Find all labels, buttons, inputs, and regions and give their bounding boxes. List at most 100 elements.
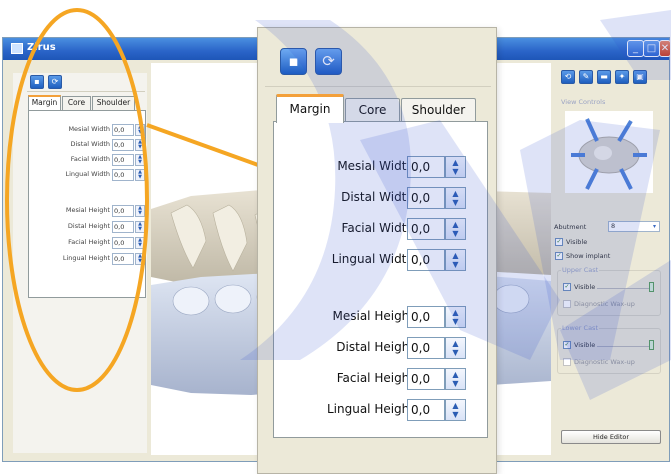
right-controls-panel: ⟲ ✎ ▬ ✦ ▣ View Controls Abutment 8 ▾ ✓ V… <box>551 63 667 455</box>
maximize-button[interactable]: □ <box>643 40 660 57</box>
tab-core[interactable]: Core <box>345 98 400 122</box>
lower-cast-label: Lower Cast <box>561 324 599 332</box>
refresh-button[interactable]: ⟳ <box>315 48 342 75</box>
tab-core-small[interactable]: Core <box>62 96 91 110</box>
field-input-small[interactable]: 0,0 <box>112 139 134 151</box>
field-label: Distal Height <box>336 340 414 354</box>
lower-cast-group <box>557 328 661 374</box>
field-row-small: Facial Height 0,0 ▲ ▼ <box>29 237 147 250</box>
field-row: Mesial Height 0,0 ▲ ▼ <box>274 306 489 328</box>
tool-view-button[interactable]: ✦ <box>615 70 629 84</box>
field-input[interactable]: 0,0 <box>407 187 445 209</box>
spinner-button[interactable]: ▲ ▼ <box>445 306 466 328</box>
upper-waxup-checkbox[interactable] <box>563 300 571 308</box>
field-label-small: Mesial Width <box>68 125 110 133</box>
spinner-small[interactable]: ▲ ▼ <box>135 205 145 217</box>
tab-shoulder-small[interactable]: Shoulder <box>92 96 135 110</box>
field-input[interactable]: 0,0 <box>407 368 445 390</box>
tab-margin-small[interactable]: Margin <box>28 95 61 111</box>
field-input-small[interactable]: 0,0 <box>112 237 134 249</box>
save-button-small[interactable]: ▪ <box>30 75 44 89</box>
abutment-visible-label: Visible <box>566 238 588 246</box>
model-preview-tooth <box>594 146 612 160</box>
field-label-small: Facial Height <box>68 238 110 246</box>
abutment-visible-checkbox[interactable]: ✓ <box>555 238 563 246</box>
spinner-small[interactable]: ▲ ▼ <box>135 154 145 166</box>
spinner-button[interactable]: ▲ ▼ <box>445 337 466 359</box>
spinner-button[interactable]: ▲ ▼ <box>445 187 466 209</box>
tab-shoulder[interactable]: Shoulder <box>401 98 476 122</box>
field-input-small[interactable]: 0,0 <box>112 205 134 217</box>
spinner-small[interactable]: ▲ ▼ <box>135 139 145 151</box>
field-input[interactable]: 0,0 <box>407 399 445 421</box>
screen-view-button[interactable]: ▣ <box>633 70 647 84</box>
spinner-button[interactable]: ▲ ▼ <box>445 399 466 421</box>
show-implant-label: Show implant <box>566 252 611 260</box>
field-label-small: Distal Width <box>70 140 111 148</box>
upper-opacity-slider[interactable] <box>649 282 654 292</box>
field-input[interactable]: 0,0 <box>407 218 445 240</box>
spinner-small[interactable]: ▲ ▼ <box>135 169 145 181</box>
field-row: Mesial Width 0,0 ▲ ▼ <box>274 156 489 178</box>
field-row-small: Lingual Height 0,0 ▲ ▼ <box>29 253 147 266</box>
field-input[interactable]: 0,0 <box>407 306 445 328</box>
abutment-select[interactable]: 8 ▾ <box>608 221 660 232</box>
teeth-view-button[interactable]: ▬ <box>597 70 611 84</box>
field-input-small[interactable]: 0,0 <box>112 124 134 136</box>
abutment-label: Abutment <box>554 223 587 231</box>
field-label: Distal Width <box>341 190 414 204</box>
close-button[interactable]: ✕ <box>659 40 671 57</box>
minimize-button[interactable]: _ <box>627 40 644 57</box>
upper-cast-label: Upper Cast <box>561 266 600 274</box>
field-input-small[interactable]: 0,0 <box>112 221 134 233</box>
field-input-small[interactable]: 0,0 <box>112 154 134 166</box>
hide-editor-button[interactable]: Hide Editor <box>561 430 661 444</box>
field-row: Facial Width 0,0 ▲ ▼ <box>274 218 489 240</box>
show-implant-checkbox[interactable]: ✓ <box>555 252 563 260</box>
screenshot-stage: Zirus _ □ ✕ ▪ ⟳ Margin Core Shoulder Mes… <box>0 0 671 474</box>
upper-waxup-label: Diagnostic Wax-up <box>574 300 635 308</box>
spinner-small[interactable]: ▲ ▼ <box>135 124 145 136</box>
save-icon: ▪ <box>288 52 299 70</box>
upper-visible-checkbox[interactable]: ✓ <box>563 283 571 291</box>
spinner-button[interactable]: ▲ ▼ <box>445 156 466 178</box>
tab-margin[interactable]: Margin <box>276 94 344 123</box>
field-input[interactable]: 0,0 <box>407 337 445 359</box>
left-editor-panel: ▪ ⟳ Margin Core Shoulder Mesial Width 0,0… <box>13 73 147 453</box>
field-row-small: Distal Height 0,0 ▲ ▼ <box>29 221 147 234</box>
spinner-small[interactable]: ▲ ▼ <box>135 237 145 249</box>
magnified-editor-panel: ▪ ⟳ Margin Core Shoulder Mesial Width 0,0… <box>257 27 497 474</box>
lower-waxup-checkbox[interactable] <box>563 358 571 366</box>
toolbar-separator-small <box>27 91 145 92</box>
field-label-small: Mesial Height <box>65 206 110 214</box>
lower-tooth-shape <box>172 286 210 316</box>
field-input-small[interactable]: 0,0 <box>112 253 134 265</box>
field-row: Distal Width 0,0 ▲ ▼ <box>274 187 489 209</box>
refresh-button-small[interactable]: ⟳ <box>48 75 62 89</box>
lower-tooth-shape <box>492 284 530 314</box>
field-row-small: Distal Width 0,0 ▲ ▼ <box>29 139 147 152</box>
view-orientation-widget[interactable] <box>565 111 653 193</box>
lower-opacity-track <box>597 346 653 347</box>
lower-opacity-slider[interactable] <box>649 340 654 350</box>
field-label-small: Distal Height <box>67 222 110 230</box>
spinner-small[interactable]: ▲ ▼ <box>135 253 145 265</box>
field-row-small: Mesial Height 0,0 ▲ ▼ <box>29 205 147 218</box>
spinner-small[interactable]: ▲ ▼ <box>135 221 145 233</box>
spinner-button[interactable]: ▲ ▼ <box>445 368 466 390</box>
spinner-button[interactable]: ▲ ▼ <box>445 249 466 271</box>
field-input[interactable]: 0,0 <box>407 249 445 271</box>
lower-visible-checkbox[interactable]: ✓ <box>563 341 571 349</box>
spinner-button[interactable]: ▲ ▼ <box>445 218 466 240</box>
field-input[interactable]: 0,0 <box>407 156 445 178</box>
lower-visible-label: Visible <box>574 341 596 349</box>
field-label: Mesial Height <box>332 309 415 323</box>
rotate-view-button[interactable]: ⟲ <box>561 70 575 84</box>
field-row: Lingual Height 0,0 ▲ ▼ <box>274 399 489 421</box>
save-button[interactable]: ▪ <box>280 48 307 75</box>
lower-tooth-shape <box>214 284 252 314</box>
app-window-icon <box>11 43 23 54</box>
edit-view-button[interactable]: ✎ <box>579 70 593 84</box>
abutment-select-value: 8 <box>611 222 616 230</box>
field-input-small[interactable]: 0,0 <box>112 169 134 181</box>
